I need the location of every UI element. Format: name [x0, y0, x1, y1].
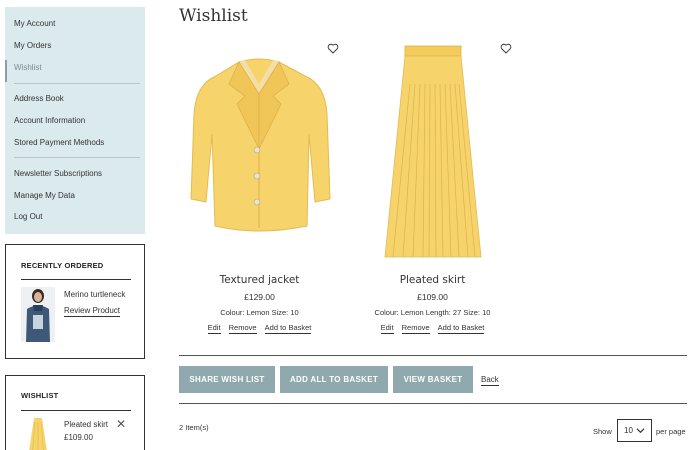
add-to-basket-link[interactable]: Add to Basket	[437, 323, 485, 334]
pleated-skirt-thumbnail[interactable]	[26, 418, 50, 450]
nav-manage-my-data[interactable]: Manage My Data	[5, 191, 75, 200]
nav-divider	[14, 83, 140, 84]
textured-jacket-image[interactable]	[187, 54, 332, 239]
nav-stored-payment-methods[interactable]: Stored Payment Methods	[5, 138, 104, 147]
add-all-to-basket-button[interactable]: ADD ALL TO BASKET	[280, 366, 388, 393]
remove-item-close-icon[interactable]: ✕	[116, 418, 126, 430]
per-page-label: per page	[656, 427, 686, 436]
nav-address-book[interactable]: Address Book	[5, 94, 64, 103]
show-label: Show	[593, 427, 612, 436]
per-page-select[interactable]: 10	[617, 419, 652, 442]
product-attributes: Colour: Lemon Length: 27 Size: 10	[374, 308, 491, 317]
recently-ordered-box: RECENTLY ORDERED Merino turtleneck Revie…	[5, 244, 145, 359]
turtleneck-thumbnail[interactable]	[21, 287, 55, 342]
divider	[179, 403, 687, 404]
edit-link[interactable]: Edit	[207, 323, 221, 334]
account-nav: My Account My Orders Wishlist Address Bo…	[5, 7, 145, 234]
box-divider	[21, 279, 131, 280]
product-name[interactable]: Textured jacket	[172, 274, 347, 286]
page-title: Wishlist	[179, 6, 248, 26]
wishlist-sidebar-box: WISHLIST Pleated skirt £109.00 ✕	[5, 375, 145, 450]
wishlist-box-product-price: £109.00	[64, 433, 93, 442]
chevron-down-icon	[636, 428, 645, 434]
wishlist-product-card: Textured jacket £129.00 Colour: Lemon Si…	[172, 40, 347, 340]
box-divider	[21, 410, 131, 411]
product-price: £109.00	[417, 292, 448, 302]
product-actions: Edit Remove Add to Basket	[345, 323, 520, 334]
remove-link[interactable]: Remove	[228, 323, 257, 334]
recent-product-name[interactable]: Merino turtleneck	[64, 290, 125, 299]
item-count: 2 Item(s)	[179, 423, 209, 432]
product-actions: Edit Remove Add to Basket	[172, 323, 347, 334]
wishlist-product-card: Pleated skirt £109.00 Colour: Lemon Leng…	[345, 40, 520, 340]
remove-link[interactable]: Remove	[401, 323, 430, 334]
nav-account-information[interactable]: Account Information	[5, 116, 85, 125]
nav-wishlist[interactable]: Wishlist	[5, 63, 42, 72]
nav-my-account[interactable]: My Account	[5, 19, 55, 28]
nav-log-out[interactable]: Log Out	[5, 212, 42, 221]
per-page-value: 10	[624, 426, 633, 435]
share-wish-list-button[interactable]: SHARE WISH LIST	[179, 366, 275, 393]
review-product-link[interactable]: Review Product	[64, 306, 121, 317]
heart-icon[interactable]	[500, 43, 512, 54]
nav-divider	[14, 157, 140, 158]
nav-my-orders[interactable]: My Orders	[5, 41, 51, 50]
recently-ordered-title: RECENTLY ORDERED	[21, 261, 104, 270]
product-name[interactable]: Pleated skirt	[345, 274, 520, 286]
pleated-skirt-image[interactable]	[383, 44, 483, 259]
add-to-basket-link[interactable]: Add to Basket	[264, 323, 312, 334]
divider	[179, 355, 687, 356]
edit-link[interactable]: Edit	[380, 323, 394, 334]
nav-newsletter-subscriptions[interactable]: Newsletter Subscriptions	[5, 169, 102, 178]
heart-icon[interactable]	[327, 43, 339, 54]
wishlist-box-product-name[interactable]: Pleated skirt	[64, 420, 108, 429]
view-basket-button[interactable]: VIEW BASKET	[393, 366, 473, 393]
wishlist-box-title: WISHLIST	[21, 391, 59, 400]
back-link[interactable]: Back	[481, 375, 499, 386]
product-price: £129.00	[244, 292, 275, 302]
product-attributes: Colour: Lemon Size: 10	[220, 308, 299, 317]
